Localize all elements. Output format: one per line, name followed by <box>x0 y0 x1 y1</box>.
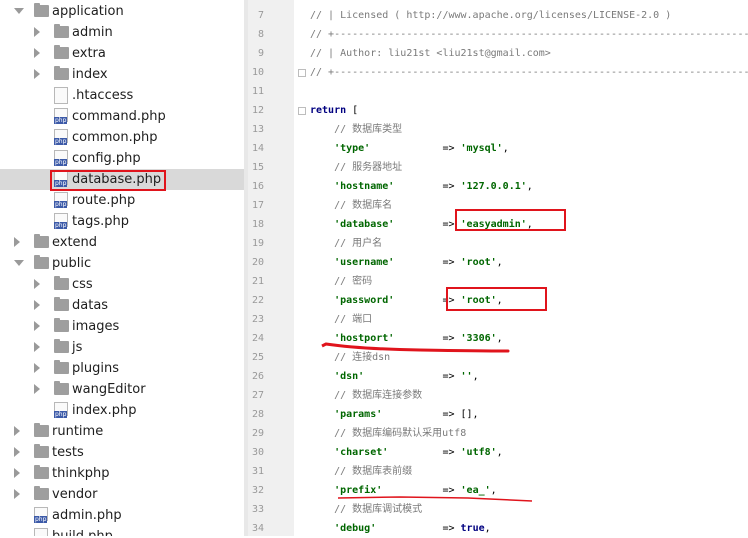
highlight-password-value <box>446 287 547 311</box>
fold-marker-icon[interactable] <box>298 69 306 77</box>
underline-prefix <box>337 496 533 502</box>
highlight-database-value <box>455 209 566 231</box>
annotation-layer <box>321 342 533 502</box>
fold-marker-icon[interactable] <box>298 107 306 115</box>
underline-hostport <box>324 342 510 353</box>
underline-hostport-tail <box>321 342 327 348</box>
